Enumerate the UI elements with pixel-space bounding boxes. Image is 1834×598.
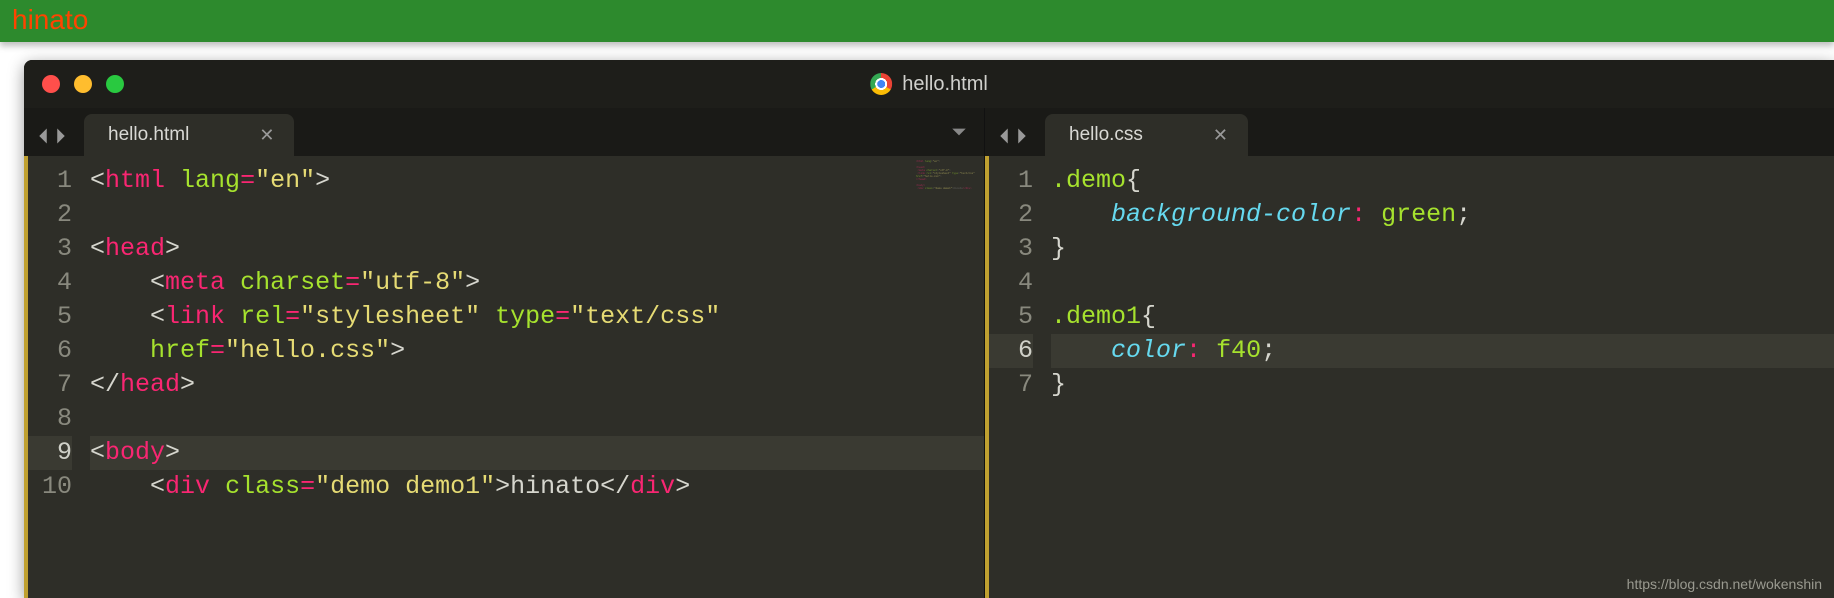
code-line[interactable]: .demo1{: [1051, 300, 1834, 334]
line-number: 3: [28, 232, 72, 266]
left-code[interactable]: <html lang="en"> <head> <meta charset="u…: [86, 156, 984, 598]
line-number: 3: [989, 232, 1033, 266]
line-number: 2: [28, 198, 72, 232]
code-line[interactable]: }: [1051, 232, 1834, 266]
chevron-left-icon[interactable]: [36, 126, 50, 146]
line-number: 5: [989, 300, 1033, 334]
left-editor[interactable]: 12345678910 <html lang="en"> <head> <met…: [24, 156, 984, 598]
right-editor[interactable]: 1234567 .demo{ background-color: green;}…: [985, 156, 1834, 598]
code-line[interactable]: <link rel="stylesheet" type="text/css": [90, 300, 984, 334]
nav-arrows-right[interactable]: [997, 126, 1029, 146]
line-number: 1: [989, 164, 1033, 198]
code-line[interactable]: <meta charset="utf-8">: [90, 266, 984, 300]
chevron-left-icon[interactable]: [997, 126, 1011, 146]
chevron-down-icon: [950, 125, 968, 139]
code-line[interactable]: [90, 198, 984, 232]
line-number: 7: [989, 368, 1033, 402]
code-line[interactable]: <html lang="en">: [90, 164, 984, 198]
tab-dropdown[interactable]: [950, 125, 968, 144]
left-tabbar: hello.html ✕: [24, 108, 984, 156]
demo-text: hinato: [12, 4, 88, 35]
tab-close-icon[interactable]: ✕: [1213, 125, 1228, 146]
right-tabbar: hello.css ✕: [985, 108, 1834, 156]
tab-label: hello.css: [1069, 124, 1143, 146]
window-title: hello.html: [870, 73, 988, 96]
code-line[interactable]: href="hello.css">: [90, 334, 984, 368]
line-number: 8: [28, 402, 72, 436]
left-gutter: 12345678910: [28, 156, 86, 598]
minimize-icon[interactable]: [74, 75, 92, 93]
left-pane: hello.html ✕ 12345678910 <html lang="en"…: [24, 108, 984, 598]
code-line[interactable]: background-color: green;: [1051, 198, 1834, 232]
tab-hello-css[interactable]: hello.css ✕: [1045, 114, 1248, 156]
tab-hello-html[interactable]: hello.html ✕: [84, 114, 294, 156]
chevron-right-icon[interactable]: [54, 126, 68, 146]
close-icon[interactable]: [42, 75, 60, 93]
line-number: 6: [989, 334, 1033, 368]
code-line[interactable]: <body>: [90, 436, 984, 470]
code-line[interactable]: }: [1051, 368, 1834, 402]
titlebar: hello.html: [24, 60, 1834, 108]
code-line[interactable]: [90, 504, 984, 538]
right-code[interactable]: .demo{ background-color: green;} .demo1{…: [1047, 156, 1834, 598]
editor-window: hello.html hello.html ✕: [24, 60, 1834, 598]
code-line[interactable]: <div class="demo demo1">hinato</div>: [90, 470, 984, 504]
code-line[interactable]: </head>: [90, 368, 984, 402]
window-title-text: hello.html: [902, 73, 988, 96]
right-pane: hello.css ✕ 1234567 .demo{ background-co…: [984, 108, 1834, 598]
code-line[interactable]: <head>: [90, 232, 984, 266]
code-line[interactable]: .demo{: [1051, 164, 1834, 198]
chrome-icon: [870, 73, 892, 95]
zoom-icon[interactable]: [106, 75, 124, 93]
chevron-right-icon[interactable]: [1015, 126, 1029, 146]
line-number: 7: [28, 368, 72, 402]
watermark: https://blog.csdn.net/wokenshin: [1627, 576, 1822, 592]
line-number: 4: [28, 266, 72, 300]
line-number: 4: [989, 266, 1033, 300]
code-line[interactable]: color: f40;: [1051, 334, 1834, 368]
line-number: 10: [28, 470, 72, 504]
code-line[interactable]: [1051, 266, 1834, 300]
line-number: 1: [28, 164, 72, 198]
panes: hello.html ✕ 12345678910 <html lang="en"…: [24, 108, 1834, 598]
tab-label: hello.html: [108, 124, 189, 146]
traffic-lights: [42, 75, 124, 93]
line-number: 5: [28, 300, 72, 334]
code-line[interactable]: [90, 402, 984, 436]
line-number: 9: [28, 436, 72, 470]
browser-render-strip: hinato: [0, 0, 1834, 42]
nav-arrows-left[interactable]: [36, 126, 68, 146]
right-gutter: 1234567: [989, 156, 1047, 598]
line-number: 2: [989, 198, 1033, 232]
line-number: 6: [28, 334, 72, 368]
tab-close-icon[interactable]: ✕: [259, 125, 274, 146]
